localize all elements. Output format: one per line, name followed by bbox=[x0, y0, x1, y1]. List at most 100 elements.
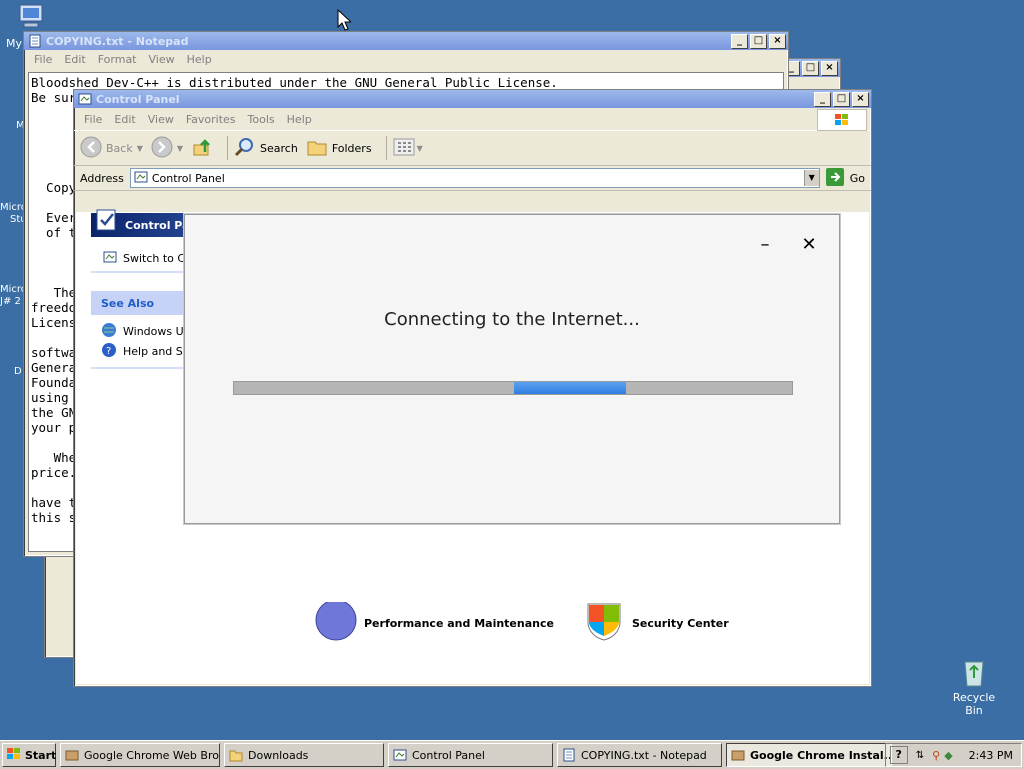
recycle-bin-icon bbox=[958, 656, 990, 688]
clock: 2:43 PM bbox=[968, 748, 1013, 762]
menu-file[interactable]: File bbox=[78, 113, 108, 126]
chevron-down-icon[interactable]: ▼ bbox=[803, 170, 819, 186]
forward-button[interactable]: ▼ bbox=[151, 136, 183, 161]
control-panel-menubar: File Edit View Favorites Tools Help bbox=[74, 108, 871, 131]
go-arrow-icon bbox=[825, 167, 844, 189]
chevron-down-icon[interactable]: ▼ bbox=[417, 144, 423, 153]
menu-help[interactable]: Help bbox=[281, 113, 318, 126]
desktop-icon-recycle-bin[interactable]: Recycle Bin bbox=[944, 656, 1004, 717]
up-folder-button[interactable] bbox=[191, 136, 213, 161]
category-label: Security Center bbox=[632, 617, 729, 630]
see-also-label: Windows Up bbox=[123, 324, 191, 338]
maximize-button[interactable]: □ bbox=[750, 33, 767, 49]
progress-indicator bbox=[514, 382, 626, 394]
connecting-dialog: – ✕ Connecting to the Internet... bbox=[184, 214, 840, 524]
back-arrow-icon bbox=[80, 136, 102, 161]
back-button[interactable]: Back ▼ bbox=[80, 136, 143, 161]
minimize-button[interactable]: _ bbox=[731, 33, 748, 49]
switch-view-icon bbox=[103, 250, 117, 267]
back-label: Back bbox=[106, 141, 133, 155]
up-arrow-icon bbox=[191, 136, 213, 161]
menu-view[interactable]: View bbox=[143, 53, 181, 66]
menu-favorites[interactable]: Favorites bbox=[180, 113, 242, 126]
taskbar-item-downloads[interactable]: Downloads bbox=[224, 743, 384, 767]
shield-icon bbox=[584, 602, 624, 645]
window-title: Control Panel bbox=[96, 92, 180, 106]
connecting-message: Connecting to the Internet... bbox=[384, 309, 640, 330]
toolbar-separator bbox=[385, 136, 387, 160]
taskbar-item-label: Downloads bbox=[248, 748, 309, 762]
minimize-button[interactable]: – bbox=[755, 235, 775, 255]
minimize-button[interactable]: _ bbox=[814, 91, 831, 107]
system-tray: ? ⇅ ⚲ ◆ 2:43 PM bbox=[884, 743, 1022, 767]
views-button[interactable]: ▼ bbox=[393, 137, 423, 160]
network-icon[interactable]: ⇅ bbox=[916, 750, 924, 761]
address-field[interactable]: Control Panel ▼ bbox=[129, 168, 820, 188]
mouse-cursor-icon bbox=[337, 8, 353, 34]
address-value: Control Panel bbox=[151, 171, 225, 185]
notepad-menubar: File Edit Format View Help bbox=[24, 50, 788, 68]
folders-label: Folders bbox=[331, 141, 372, 155]
taskbar: Start Google Chrome Web Bro... Downloads… bbox=[0, 740, 1024, 769]
forward-arrow-icon bbox=[151, 136, 173, 161]
go-label: Go bbox=[849, 171, 865, 185]
menu-edit[interactable]: Edit bbox=[58, 53, 91, 66]
taskbar-item-control-panel[interactable]: Control Panel bbox=[388, 743, 553, 767]
address-bar: Address Control Panel ▼ Go bbox=[74, 166, 871, 191]
taskbar-item-label: Google Chrome Web Bro... bbox=[84, 748, 220, 762]
search-label: Search bbox=[260, 141, 298, 155]
maximize-button[interactable]: □ bbox=[802, 60, 819, 76]
start-button[interactable]: Start bbox=[2, 743, 56, 767]
menu-file[interactable]: File bbox=[28, 53, 58, 66]
control-panel-titlebar[interactable]: Control Panel _ □ × bbox=[74, 90, 871, 108]
progress-bar bbox=[233, 381, 793, 395]
taskbar-item-chrome-web[interactable]: Google Chrome Web Bro... bbox=[60, 743, 220, 767]
control-panel-toolbar: Back ▼ ▼ Search Folders ▼ bbox=[74, 130, 871, 166]
chrome-installer-icon bbox=[731, 748, 745, 762]
start-label: Start bbox=[25, 748, 57, 762]
menu-tools[interactable]: Tools bbox=[242, 113, 281, 126]
search-button[interactable]: Search bbox=[234, 136, 298, 161]
desktop-icon-label: Recycle Bin bbox=[952, 691, 996, 717]
taskbar-item-label: Google Chrome Instal... bbox=[750, 748, 892, 762]
close-button[interactable]: × bbox=[821, 60, 838, 76]
category-security-center[interactable]: Security Center bbox=[584, 602, 729, 645]
notepad-icon bbox=[28, 34, 42, 48]
menu-edit[interactable]: Edit bbox=[108, 113, 141, 126]
chevron-down-icon[interactable]: ▼ bbox=[137, 144, 143, 153]
chevron-down-icon[interactable]: ▼ bbox=[177, 144, 183, 153]
control-panel-small-icon bbox=[134, 170, 148, 187]
go-button[interactable]: Go bbox=[825, 167, 865, 189]
taskbar-item-chrome-installer[interactable]: Google Chrome Instal... bbox=[726, 743, 892, 767]
menu-help[interactable]: Help bbox=[181, 53, 218, 66]
security-icon[interactable]: ◆ bbox=[944, 749, 952, 762]
folders-button[interactable]: Folders bbox=[306, 136, 372, 161]
category-label: Performance and Maintenance bbox=[364, 617, 554, 630]
toolbar-separator bbox=[227, 136, 229, 160]
views-grid-icon bbox=[393, 137, 415, 160]
control-panel-icon bbox=[393, 748, 407, 762]
notepad-titlebar[interactable]: COPYING.txt - Notepad _ □ × bbox=[24, 32, 788, 50]
help-icon[interactable]: ? bbox=[889, 746, 908, 764]
windows-logo-icon bbox=[817, 109, 867, 131]
taskbar-item-label: COPYING.txt - Notepad bbox=[581, 748, 707, 762]
menu-format[interactable]: Format bbox=[92, 53, 143, 66]
close-button[interactable]: × bbox=[852, 91, 869, 107]
address-label: Address bbox=[80, 171, 124, 185]
help-icon: ? bbox=[101, 342, 117, 361]
svg-text:?: ? bbox=[106, 346, 111, 357]
performance-icon bbox=[308, 599, 358, 645]
notepad-line: Bloodshed Dev-C++ is distributed under t… bbox=[31, 75, 558, 90]
folder-icon bbox=[306, 136, 328, 161]
windows-logo-icon bbox=[6, 747, 22, 764]
taskbar-item-notepad[interactable]: COPYING.txt - Notepad bbox=[557, 743, 722, 767]
window-title: COPYING.txt - Notepad bbox=[46, 34, 189, 48]
control-panel-large-icon bbox=[95, 207, 119, 236]
menu-view[interactable]: View bbox=[142, 113, 180, 126]
category-performance-maintenance[interactable]: Performance and Maintenance bbox=[308, 599, 554, 645]
maximize-button[interactable]: □ bbox=[833, 91, 850, 107]
globe-icon bbox=[101, 322, 117, 341]
search-icon[interactable]: ⚲ bbox=[932, 749, 940, 762]
close-button[interactable]: ✕ bbox=[799, 235, 819, 255]
close-button[interactable]: × bbox=[769, 33, 786, 49]
